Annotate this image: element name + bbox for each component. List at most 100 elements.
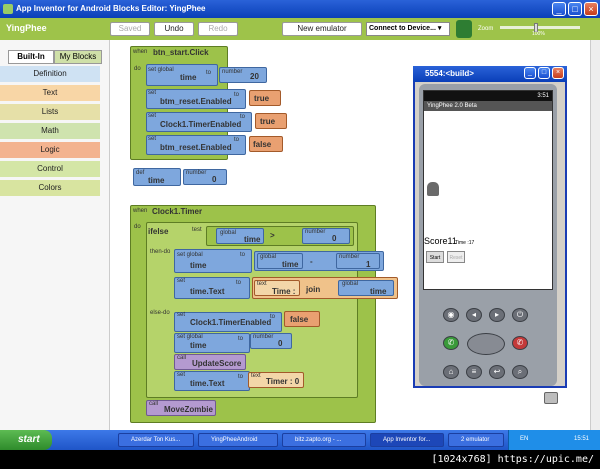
start-click-label: btn_start.Click [153, 48, 209, 57]
dpad[interactable] [467, 333, 505, 355]
emulator-maximize-icon[interactable]: □ [538, 67, 550, 79]
set-label: set [177, 372, 186, 378]
taskbar-item-1[interactable]: Azerdar Ton Kus... [118, 433, 194, 447]
menu-icon[interactable]: ≡ [466, 365, 482, 379]
reset-button[interactable]: Reset [447, 251, 465, 263]
to-label: to [236, 280, 242, 286]
connect-label: Connect to Device... [369, 25, 436, 32]
redo-button[interactable]: Redo [198, 22, 238, 36]
category-text[interactable]: Text [0, 85, 100, 101]
undo-button[interactable]: Undo [154, 22, 194, 36]
number-label: number [253, 334, 274, 340]
do-label: do [134, 66, 141, 72]
close-icon[interactable]: × [584, 2, 598, 16]
def-label: def [136, 170, 145, 176]
tab-built-in[interactable]: Built-In [8, 50, 54, 64]
when-label: when [133, 49, 148, 55]
text-label: text [251, 373, 261, 379]
global-label: global [260, 254, 277, 260]
app-name: YingPhee [6, 23, 47, 33]
taskbar-item-4[interactable]: App Inventor for... [370, 433, 444, 447]
timer0-string-label: Timer : 0 [266, 377, 300, 386]
reset-enabled-label: btm_reset.Enabled [160, 143, 232, 152]
zombie-sprite[interactable] [427, 182, 439, 196]
number-1-value: 1 [366, 260, 371, 269]
reset-enabled-label: btm_reset.Enabled [160, 97, 232, 106]
emulator-minimize-icon[interactable]: _ [524, 67, 536, 79]
taskbar-item-2[interactable]: YingPheeAndroid [198, 433, 278, 447]
start-button[interactable]: Start [426, 251, 444, 263]
update-score-label: UpdateScore [192, 359, 242, 368]
score-label: Score11 [424, 236, 457, 246]
to-label: to [270, 314, 276, 320]
trash-icon[interactable] [544, 392, 558, 404]
to-label: to [238, 336, 244, 342]
move-zombie-label: MoveZombie [164, 405, 213, 414]
zoom-slider[interactable] [500, 26, 580, 29]
to-label: to [240, 252, 246, 258]
set-label: set [148, 90, 157, 96]
number-0-value: 0 [332, 234, 337, 243]
window-titlebar: App Inventor for Android Blocks Editor: … [0, 0, 600, 18]
category-math[interactable]: Math [0, 123, 100, 139]
join-label: join [306, 285, 321, 294]
emulator-close-icon[interactable]: × [552, 67, 564, 79]
tab-my-blocks[interactable]: My Blocks [54, 50, 102, 64]
end-call-icon[interactable]: ✆ [512, 336, 528, 350]
volume-up-icon[interactable]: ▸ [489, 308, 505, 322]
set-label: set [177, 278, 186, 284]
minimize-icon[interactable]: _ [552, 2, 566, 16]
time-label: Time :17 [455, 240, 475, 246]
search-icon[interactable]: ⌕ [512, 365, 528, 379]
new-emulator-button[interactable]: New emulator [282, 22, 362, 36]
number-label: number [186, 170, 207, 176]
time-var-label: time [190, 261, 207, 270]
category-list: Definition Text Lists Math Logic Control… [0, 66, 110, 199]
taskbar-item-5[interactable]: 2 emulator [448, 433, 504, 447]
workspace-scrollbar[interactable] [590, 40, 600, 430]
power-icon[interactable]: ⏻ [512, 308, 528, 322]
number-label: number [305, 229, 326, 235]
connect-device-select[interactable]: Connect to Device... ▾ [366, 22, 450, 36]
set-label: set [177, 312, 186, 318]
time-string-label: Time : [272, 287, 296, 296]
else-do-label: else-do [150, 310, 170, 316]
status-bar: 3:51 [424, 91, 552, 101]
home-icon[interactable]: ⌂ [443, 365, 459, 379]
start-button-os[interactable]: start [0, 430, 52, 450]
language-indicator[interactable]: EN [520, 436, 528, 442]
global-label: global [220, 230, 237, 236]
true-label: true [254, 94, 270, 103]
category-colors[interactable]: Colors [0, 180, 100, 196]
then-do-label: then-do [150, 249, 171, 255]
app-titlebar: YingPhee 2.0 Beta [424, 101, 552, 111]
set-global-label: set global [148, 67, 174, 73]
taskbar-item-3[interactable]: bitz.zapto.org - ... [282, 433, 366, 447]
call-label: call [149, 401, 159, 407]
volume-down-icon[interactable]: ◂ [466, 308, 482, 322]
set-global-label: set global [177, 334, 203, 340]
time-text-label: time.Text [190, 287, 225, 296]
true-label: true [260, 117, 276, 126]
category-logic[interactable]: Logic [0, 142, 100, 158]
clock-timer-label: Clock1.Timer [152, 207, 203, 216]
number-0-value: 0 [278, 339, 283, 348]
category-control[interactable]: Control [0, 161, 100, 177]
global-label: global [342, 281, 359, 287]
back-icon[interactable]: ↩ [489, 365, 505, 379]
category-lists[interactable]: Lists [0, 104, 100, 120]
call-label: call [177, 355, 187, 361]
text-label: text [257, 281, 267, 287]
camera-icon[interactable]: ◉ [443, 308, 459, 322]
ifelse-label: ifelse [148, 227, 169, 236]
number-label: number [222, 69, 243, 75]
call-icon[interactable]: ✆ [443, 336, 459, 350]
set-label: set [148, 136, 157, 142]
category-definition[interactable]: Definition [0, 66, 100, 82]
status-time: 3:51 [537, 93, 549, 99]
maximize-icon[interactable]: □ [568, 2, 582, 16]
saved-button[interactable]: Saved [110, 22, 150, 36]
window-title: App Inventor for Android Blocks Editor: … [16, 4, 206, 13]
set-label: set [148, 113, 157, 119]
time-text-label: time.Text [190, 379, 225, 388]
